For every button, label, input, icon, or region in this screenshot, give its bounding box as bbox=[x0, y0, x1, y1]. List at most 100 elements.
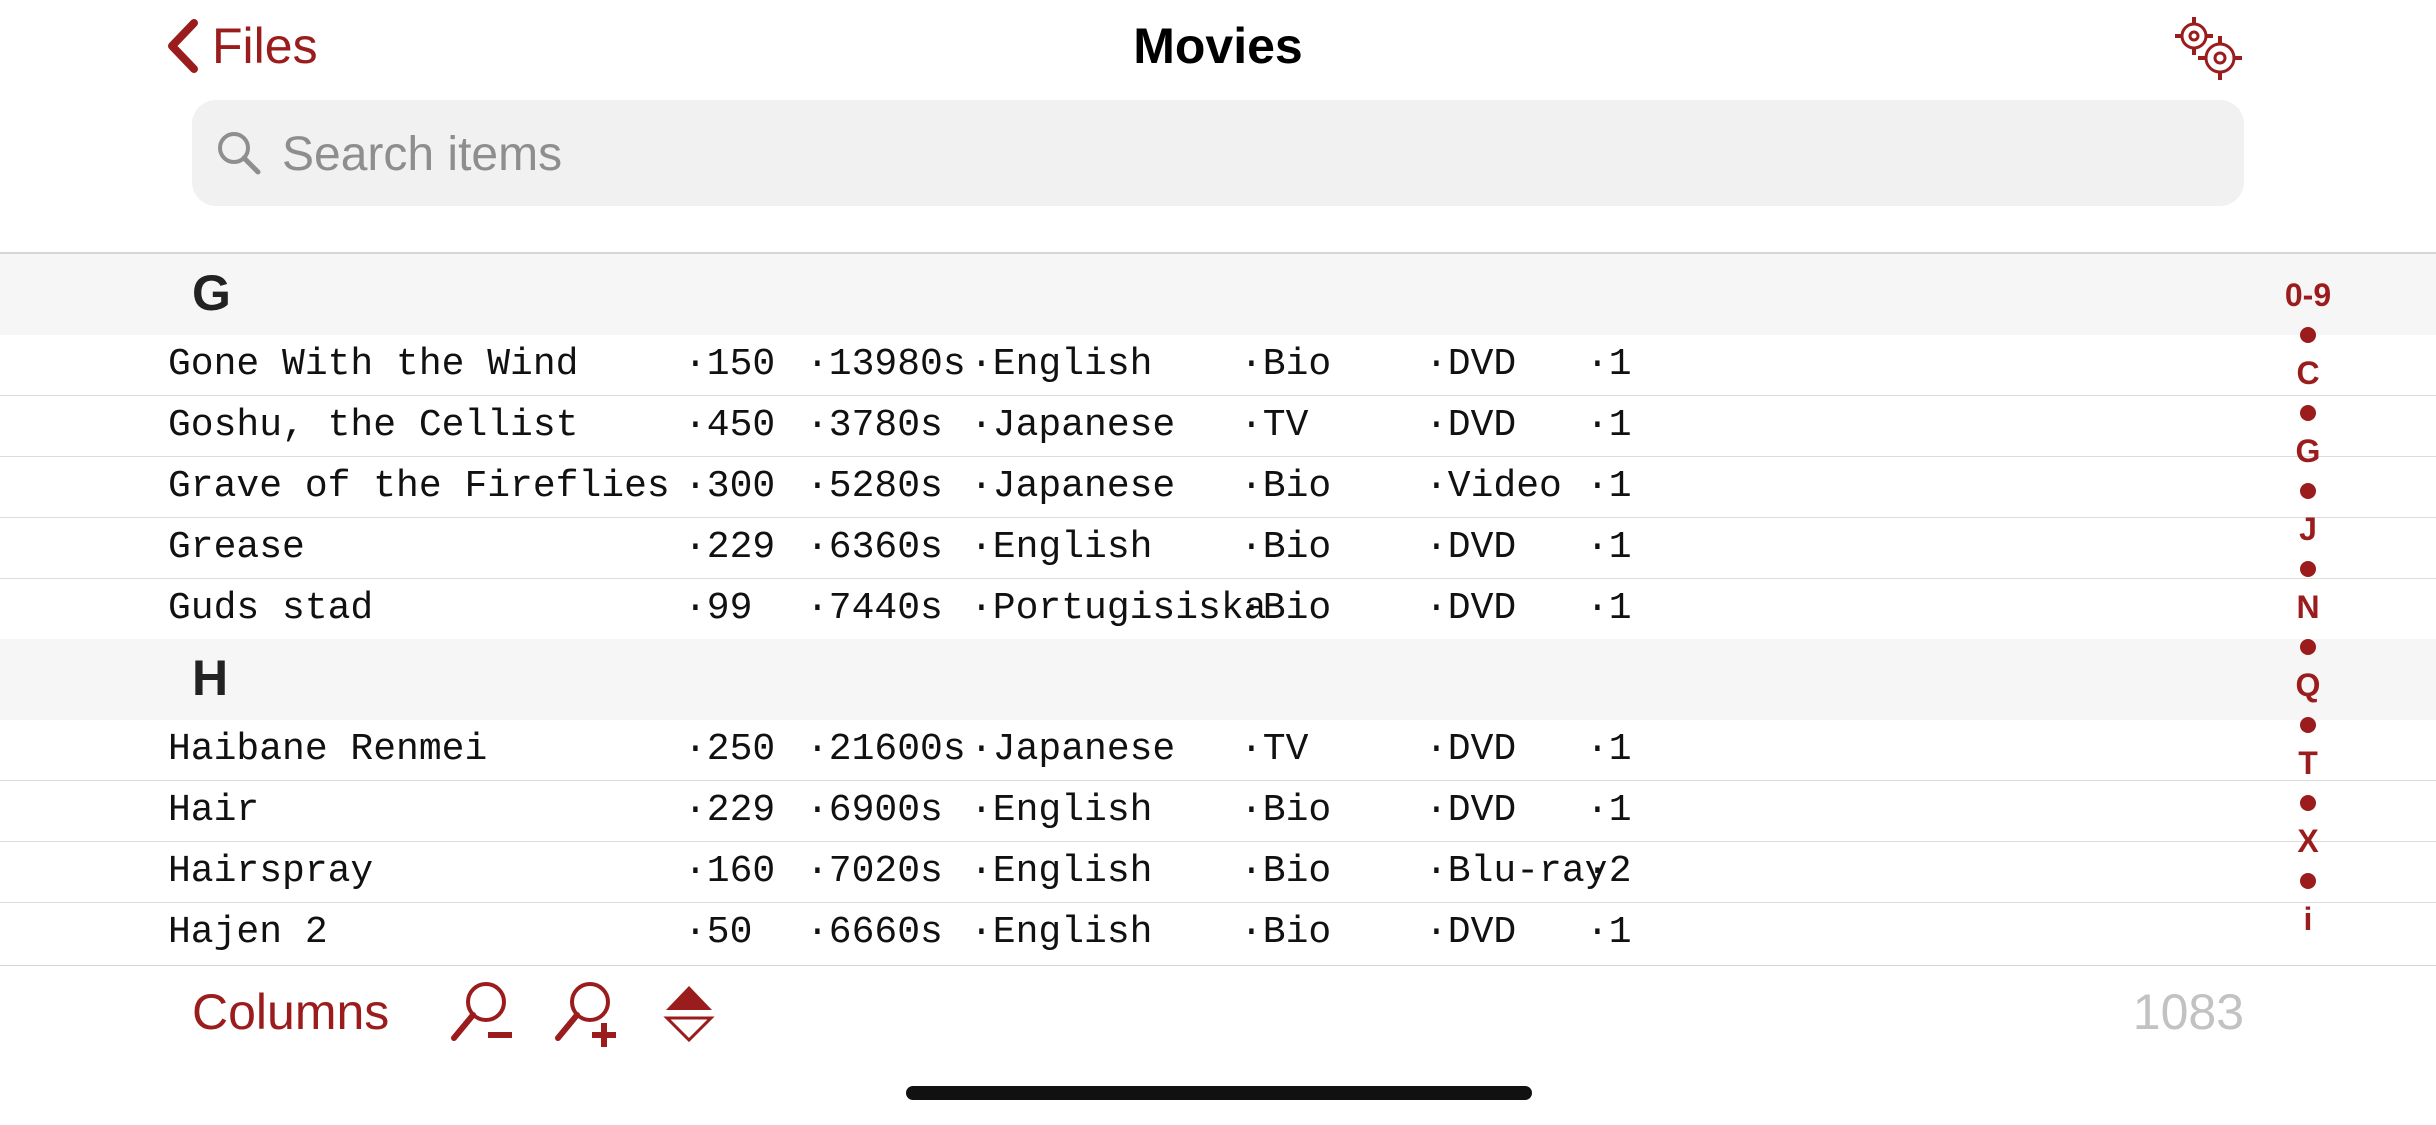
index-item-x[interactable]: X bbox=[2266, 822, 2350, 861]
language-cell: ·English bbox=[970, 343, 1153, 386]
table-row[interactable]: Hajen 2 ·50 ·6660s ·English ·Bio ·DVD ·1 bbox=[0, 903, 2436, 963]
home-indicator[interactable] bbox=[906, 1086, 1532, 1100]
count-cell: ·1 bbox=[1586, 404, 1632, 447]
price-cell: ·50 bbox=[684, 911, 753, 954]
price-cell: ·160 bbox=[684, 850, 776, 893]
format-cell: ·DVD bbox=[1425, 728, 1517, 771]
movie-list[interactable]: G Gone With the Wind ·150 ·13980s ·Engli… bbox=[0, 254, 2436, 963]
index-dot bbox=[2300, 716, 2316, 733]
index-separator[interactable] bbox=[2266, 861, 2350, 900]
table-row[interactable]: Hairspray ·160 ·7020s ·English ·Bio ·Blu… bbox=[0, 842, 2436, 903]
movie-title: Guds stad bbox=[168, 587, 374, 630]
language-cell: ·English bbox=[970, 789, 1153, 832]
source-cell: ·Bio bbox=[1240, 526, 1332, 569]
search-input[interactable] bbox=[280, 100, 2224, 208]
count-cell: ·1 bbox=[1586, 526, 1632, 569]
table-row[interactable]: Guds stad ·99 ·7440s ·Portugisiska ·Bio … bbox=[0, 579, 2436, 639]
format-cell: ·DVD bbox=[1425, 911, 1517, 954]
language-cell: ·Portugisiska bbox=[970, 587, 1267, 630]
format-cell: ·DVD bbox=[1425, 789, 1517, 832]
language-cell: ·Japanese bbox=[970, 728, 1176, 771]
index-separator[interactable] bbox=[2266, 315, 2350, 354]
source-cell: ·Bio bbox=[1240, 850, 1332, 893]
length-cell: ·5280s bbox=[806, 465, 943, 508]
count-cell: ·1 bbox=[1586, 789, 1632, 832]
zoom-in-button[interactable] bbox=[552, 978, 622, 1053]
table-row[interactable]: Hair ·229 ·6900s ·English ·Bio ·DVD ·1 bbox=[0, 781, 2436, 842]
movie-title: Hairspray bbox=[168, 850, 374, 893]
index-separator[interactable] bbox=[2266, 705, 2350, 744]
columns-button[interactable]: Columns bbox=[192, 980, 389, 1044]
count-cell: ·1 bbox=[1586, 465, 1632, 508]
count-cell: ·2 bbox=[1586, 850, 1632, 893]
length-cell: ·13980s bbox=[806, 343, 966, 386]
movie-title: Hajen 2 bbox=[168, 911, 328, 954]
index-separator[interactable] bbox=[2266, 627, 2350, 666]
index-item-n[interactable]: N bbox=[2266, 588, 2350, 627]
price-cell: ·229 bbox=[684, 789, 776, 832]
gears-icon bbox=[2175, 17, 2242, 80]
table-row[interactable]: Goshu, the Cellist ·450 ·3780s ·Japanese… bbox=[0, 396, 2436, 457]
movie-title: Haibane Renmei bbox=[168, 728, 488, 771]
language-cell: ·English bbox=[970, 911, 1153, 954]
movie-title: Grease bbox=[168, 526, 305, 569]
index-separator[interactable] bbox=[2266, 471, 2350, 510]
table-row[interactable]: Grease ·229 ·6360s ·English ·Bio ·DVD ·1 bbox=[0, 518, 2436, 579]
source-cell: ·Bio bbox=[1240, 587, 1332, 630]
zoom-in-icon bbox=[555, 982, 616, 1047]
chevron-left-icon bbox=[168, 19, 198, 73]
index-dot bbox=[2300, 404, 2316, 421]
back-button[interactable]: Files bbox=[166, 14, 318, 78]
index-item-g[interactable]: G bbox=[2266, 432, 2350, 471]
source-cell: ·TV bbox=[1240, 728, 1309, 771]
section-index[interactable]: 0-9 C G J N Q T X i bbox=[2266, 276, 2350, 939]
movie-title: Gone With the Wind bbox=[168, 343, 579, 386]
source-cell: ·Bio bbox=[1240, 343, 1332, 386]
index-separator[interactable] bbox=[2266, 783, 2350, 822]
price-cell: ·150 bbox=[684, 343, 776, 386]
count-cell: ·1 bbox=[1586, 587, 1632, 630]
language-cell: ·English bbox=[970, 526, 1153, 569]
price-cell: ·450 bbox=[684, 404, 776, 447]
source-cell: ·Bio bbox=[1240, 789, 1332, 832]
table-row[interactable]: Haibane Renmei ·250 ·21600s ·Japanese ·T… bbox=[0, 720, 2436, 781]
index-dot bbox=[2300, 794, 2316, 811]
index-item-t[interactable]: T bbox=[2266, 744, 2350, 783]
table-row[interactable]: Gone With the Wind ·150 ·13980s ·English… bbox=[0, 335, 2436, 396]
section-header-g: G bbox=[0, 254, 2436, 335]
table-row[interactable]: Grave of the Fireflies ·300 ·5280s ·Japa… bbox=[0, 457, 2436, 518]
length-cell: ·21600s bbox=[806, 728, 966, 771]
movie-title: Grave of the Fireflies bbox=[168, 465, 670, 508]
index-dot bbox=[2300, 326, 2316, 343]
index-dot bbox=[2300, 560, 2316, 577]
format-cell: ·Blu-ray bbox=[1425, 850, 1608, 893]
length-cell: ·6900s bbox=[806, 789, 943, 832]
index-item-i[interactable]: i bbox=[2266, 900, 2350, 939]
length-cell: ·6360s bbox=[806, 526, 943, 569]
item-count: 1083 bbox=[2132, 984, 2244, 1040]
language-cell: ·Japanese bbox=[970, 404, 1176, 447]
language-cell: ·Japanese bbox=[970, 465, 1176, 508]
toolbar-divider bbox=[0, 965, 2436, 966]
index-item-0-9[interactable]: 0-9 bbox=[2266, 276, 2350, 315]
section-letter: G bbox=[192, 265, 231, 321]
format-cell: ·DVD bbox=[1425, 587, 1517, 630]
format-cell: ·DVD bbox=[1425, 343, 1517, 386]
index-separator[interactable] bbox=[2266, 393, 2350, 432]
language-cell: ·English bbox=[970, 850, 1153, 893]
count-cell: ·1 bbox=[1586, 728, 1632, 771]
format-cell: ·DVD bbox=[1425, 404, 1517, 447]
index-separator[interactable] bbox=[2266, 549, 2350, 588]
settings-button[interactable] bbox=[2170, 14, 2246, 84]
price-cell: ·300 bbox=[684, 465, 776, 508]
index-item-q[interactable]: Q bbox=[2266, 666, 2350, 705]
source-cell: ·Bio bbox=[1240, 911, 1332, 954]
sort-toggle-button[interactable] bbox=[662, 982, 716, 1049]
movie-title: Hair bbox=[168, 789, 260, 832]
length-cell: ·7020s bbox=[806, 850, 943, 893]
index-item-j[interactable]: J bbox=[2266, 510, 2350, 549]
zoom-out-button[interactable] bbox=[448, 978, 518, 1053]
index-item-c[interactable]: C bbox=[2266, 354, 2350, 393]
search-bar[interactable] bbox=[192, 100, 2244, 208]
index-dot bbox=[2300, 482, 2316, 499]
